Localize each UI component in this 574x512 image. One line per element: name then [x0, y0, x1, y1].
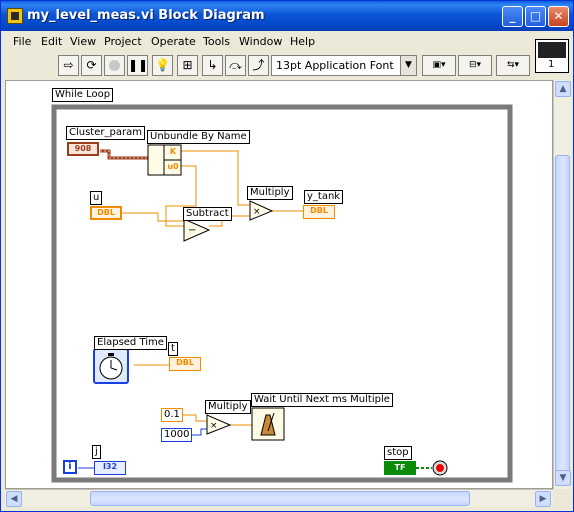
menu-project[interactable]: Project — [104, 35, 142, 48]
distribute-objects-icon[interactable]: ⊟▾ — [458, 55, 492, 76]
menu-file[interactable]: File — [13, 35, 31, 48]
run-arrow-icon[interactable]: ⇨ — [58, 55, 79, 76]
cluster-param-terminal[interactable]: 908 — [67, 142, 99, 156]
t-label: t — [168, 342, 178, 356]
menu-view[interactable]: View — [70, 35, 96, 48]
stop-label: stop — [384, 446, 412, 460]
constant-1000[interactable]: 1000 — [161, 428, 193, 442]
highlight-execution-icon[interactable]: 💡 — [152, 55, 173, 76]
multiply2-label: Multiply — [205, 400, 251, 414]
menu-window[interactable]: Window — [239, 35, 282, 48]
reorder-icon[interactable]: ⇆▾ — [496, 55, 530, 76]
step-out-icon[interactable]: ⤴ — [248, 55, 269, 76]
unbundle-k-output[interactable]: K — [167, 147, 179, 156]
menu-operate[interactable]: Operate — [151, 35, 196, 48]
scroll-left-icon[interactable]: ◀ — [6, 491, 22, 507]
retain-wire-values-icon[interactable]: ⊞ — [177, 55, 198, 76]
window-title: my_level_meas.vi Block Diagram — [27, 8, 265, 23]
font-select-value: 13pt Application Font — [276, 59, 394, 72]
toolbar: ⇨ ⟳ ❚❚ 💡 ⊞ ↳ ⤼ ⤴ 13pt Application Font ▼ … — [1, 53, 531, 79]
horizontal-scrollbar[interactable]: ◀ ▶ — [5, 489, 553, 507]
horizontal-scroll-thumb[interactable] — [90, 491, 470, 506]
j-terminal[interactable]: I32 — [94, 461, 126, 475]
stop-terminal[interactable]: TF — [384, 461, 416, 475]
size-grip[interactable] — [553, 489, 571, 507]
vertical-scroll-thumb[interactable] — [555, 155, 570, 473]
vertical-scrollbar[interactable]: ▲ ▼ — [553, 80, 571, 489]
title-bar[interactable]: my_level_meas.vi Block Diagram _ □ ✕ — [1, 1, 573, 31]
while-loop-label: While Loop — [52, 88, 114, 102]
step-into-icon[interactable]: ↳ — [202, 55, 223, 76]
menu-tools[interactable]: Tools — [203, 35, 230, 48]
y-tank-label: y_tank — [304, 190, 344, 204]
step-over-icon[interactable]: ⤼ — [225, 55, 246, 76]
maximize-button[interactable]: □ — [525, 6, 546, 27]
iteration-terminal[interactable]: i — [63, 460, 77, 474]
y-tank-terminal[interactable]: DBL — [303, 205, 335, 219]
menu-help[interactable]: Help — [290, 35, 315, 48]
constant-0-1[interactable]: 0.1 — [161, 408, 183, 422]
minimize-button[interactable]: _ — [502, 6, 523, 27]
pause-icon[interactable]: ❚❚ — [127, 55, 148, 76]
unbundle-u0-output[interactable]: u0 — [165, 162, 181, 171]
vi-icon-number: 1 — [548, 59, 555, 70]
chevron-down-icon: ▼ — [400, 56, 416, 75]
menu-edit[interactable]: Edit — [41, 35, 62, 48]
menu-bar: File Edit View Project Operate Tools Win… — [1, 32, 521, 52]
svg-text:×: × — [210, 421, 218, 431]
j-label: j — [92, 445, 101, 459]
t-terminal[interactable]: DBL — [169, 357, 201, 371]
scroll-up-icon[interactable]: ▲ — [555, 81, 571, 97]
multiply1-label: Multiply — [247, 186, 293, 200]
wait-label: Wait Until Next ms Multiple — [251, 393, 393, 407]
block-diagram-canvas[interactable]: − × × While Loop Cluster_param 908 Unbun… — [5, 80, 553, 489]
scroll-right-icon[interactable]: ▶ — [535, 491, 551, 507]
run-continuously-icon[interactable]: ⟳ — [81, 55, 102, 76]
close-button[interactable]: ✕ — [548, 6, 569, 27]
svg-text:×: × — [253, 207, 261, 217]
scroll-down-icon[interactable]: ▼ — [555, 470, 571, 486]
unbundle-label: Unbundle By Name — [147, 130, 250, 144]
labview-vi-icon — [7, 8, 23, 24]
vi-connector-icon[interactable]: 1 — [535, 39, 569, 73]
cluster-param-label: Cluster_param — [66, 126, 145, 140]
subtract-label: Subtract — [183, 207, 232, 221]
svg-text:−: − — [188, 225, 196, 236]
align-objects-icon[interactable]: ▣▾ — [422, 55, 456, 76]
abort-icon[interactable] — [104, 55, 125, 76]
labview-window: my_level_meas.vi Block Diagram _ □ ✕ Fil… — [0, 0, 574, 512]
u-label: u — [90, 191, 103, 205]
font-select[interactable]: 13pt Application Font ▼ — [271, 55, 417, 76]
elapsed-time-label: Elapsed Time — [94, 336, 167, 350]
u-terminal[interactable]: DBL — [90, 206, 122, 220]
